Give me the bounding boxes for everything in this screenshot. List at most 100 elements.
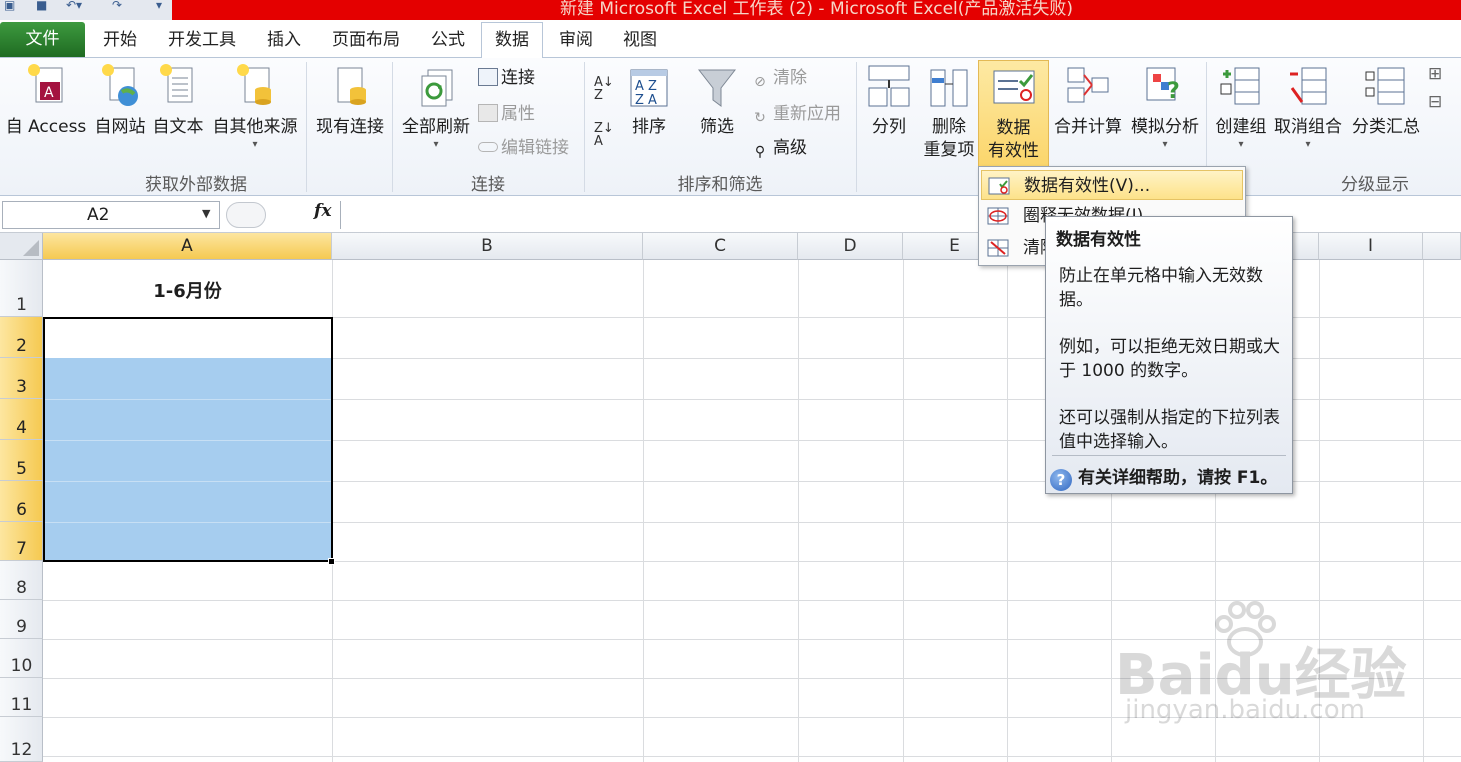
- sort-descending-button[interactable]: Z↓ A: [594, 122, 616, 152]
- row-header-10[interactable]: 10: [0, 639, 43, 678]
- sort-button[interactable]: A ZZ A 排序: [622, 60, 676, 139]
- filter-funnel-icon: [697, 69, 737, 107]
- group-button[interactable]: 创建组 ▾: [1210, 60, 1272, 151]
- row-header-8[interactable]: 8: [0, 561, 43, 600]
- tab-page-layout[interactable]: 页面布局: [320, 26, 412, 58]
- row-header-12[interactable]: 12: [0, 717, 43, 762]
- ungroup-button[interactable]: 取消组合 ▾: [1272, 60, 1344, 151]
- connections-icon: [478, 68, 498, 86]
- text-to-columns-button[interactable]: 分列: [862, 60, 916, 139]
- tab-review[interactable]: 审阅: [548, 26, 604, 58]
- select-all-corner[interactable]: [0, 233, 43, 260]
- reapply-button[interactable]: ↻ 重新应用: [750, 102, 841, 126]
- what-if-analysis-button[interactable]: ? 模拟分析 ▾: [1126, 60, 1204, 151]
- row-header-7[interactable]: 7: [0, 522, 43, 561]
- connections-button[interactable]: 连接: [478, 66, 535, 90]
- from-access-button[interactable]: A 自 Access: [4, 60, 88, 139]
- customize-qat-icon[interactable]: ▾: [156, 0, 162, 12]
- existing-connections-button[interactable]: 现有连接: [312, 60, 388, 139]
- group-label-sort-filter: 排序和筛选: [677, 175, 763, 195]
- row-header-6[interactable]: 6: [0, 481, 43, 522]
- sort-icon: A ZZ A: [630, 69, 668, 108]
- data-validation-button[interactable]: 数据 有效性: [978, 60, 1049, 170]
- gridline: [1007, 260, 1008, 762]
- selection-border: [43, 317, 333, 562]
- fill-handle[interactable]: [328, 558, 335, 565]
- tab-file[interactable]: 文件: [0, 22, 85, 57]
- filter-button[interactable]: 筛选: [690, 60, 744, 139]
- row-header-3[interactable]: 3: [0, 358, 43, 399]
- tab-view[interactable]: 视图: [612, 26, 668, 58]
- column-header-c[interactable]: C: [643, 233, 798, 260]
- tab-developer[interactable]: 开发工具: [156, 26, 248, 58]
- row-header-9[interactable]: 9: [0, 600, 43, 639]
- existing-connections-icon: [337, 67, 366, 105]
- row-header-1[interactable]: 1: [0, 260, 43, 317]
- tab-formulas[interactable]: 公式: [420, 26, 476, 58]
- undo-icon[interactable]: ↶▾: [66, 0, 82, 12]
- cell-a1[interactable]: 1-6月份: [43, 277, 332, 303]
- properties-icon: [478, 104, 498, 122]
- save-icon[interactable]: ■: [36, 0, 47, 12]
- gridline: [1423, 260, 1424, 762]
- tooltip-paragraph: 例如，可以拒绝无效日期或大于 1000 的数字。: [1059, 337, 1280, 381]
- from-text-button[interactable]: 自文本: [148, 60, 208, 139]
- remove-duplicates-button[interactable]: 删除 重复项: [918, 60, 980, 162]
- column-header-b[interactable]: B: [332, 233, 643, 260]
- group-icon: [1220, 67, 1260, 105]
- tab-insert[interactable]: 插入: [256, 26, 312, 58]
- column-header-d[interactable]: D: [798, 233, 903, 260]
- sort-ascending-button[interactable]: A↓ Z: [594, 76, 616, 106]
- data-validation-tooltip: 数据有效性 防止在单元格中输入无效数据。 例如，可以拒绝无效日期或大于 1000…: [1045, 216, 1293, 494]
- column-header-j[interactable]: [1423, 233, 1461, 260]
- row-header-2[interactable]: 2: [0, 317, 43, 358]
- watermark-url: jingyan.baidu.com: [1125, 695, 1365, 725]
- what-if-icon: ?: [1146, 67, 1180, 104]
- formula-bar-splitter[interactable]: [226, 202, 266, 228]
- clear-circles-icon: [987, 239, 1009, 257]
- from-other-sources-button[interactable]: 自其他来源 ▾: [208, 60, 302, 151]
- row-header-5[interactable]: 5: [0, 440, 43, 481]
- separator: [340, 201, 341, 229]
- clear-filter-button[interactable]: ⊘ 清除: [750, 66, 807, 90]
- text-file-icon: [160, 64, 193, 103]
- row-header-11[interactable]: 11: [0, 678, 43, 717]
- from-web-button[interactable]: 自网站: [90, 60, 150, 139]
- row-header-4[interactable]: 4: [0, 399, 43, 440]
- reapply-icon: ↻: [754, 110, 766, 126]
- consolidate-icon: [1067, 67, 1109, 103]
- tab-home[interactable]: 开始: [92, 26, 148, 58]
- edit-links-button[interactable]: 编辑链接: [478, 136, 569, 160]
- formula-input[interactable]: [342, 201, 1461, 229]
- column-header-a[interactable]: A: [43, 233, 332, 260]
- svg-text:?: ?: [1167, 79, 1180, 104]
- gridline: [43, 756, 1461, 757]
- properties-button[interactable]: 属性: [478, 102, 535, 126]
- show-detail-button[interactable]: ⊞: [1428, 62, 1458, 86]
- menu-item-data-validation[interactable]: 数据有效性(V)...: [981, 170, 1243, 200]
- tab-data[interactable]: 数据: [481, 22, 543, 59]
- baidu-watermark: Baidu经验 jingyan.baidu.com: [1115, 600, 1415, 730]
- separator: [856, 62, 857, 192]
- gridline: [798, 260, 799, 762]
- tooltip-help: ? 有关详细帮助，请按 F1。: [1050, 463, 1277, 491]
- advanced-filter-button[interactable]: ⚲ 高级: [750, 136, 807, 160]
- sort-descending-icon: Z↓ A: [594, 121, 614, 149]
- chevron-down-icon: ▾: [1238, 139, 1244, 150]
- redo-icon[interactable]: ↷: [112, 0, 122, 12]
- subtotal-button[interactable]: 分类汇总: [1346, 60, 1426, 139]
- refresh-all-button[interactable]: 全部刷新 ▾: [398, 60, 474, 151]
- name-box[interactable]: A2: [2, 201, 220, 229]
- name-box-chevron-down-icon[interactable]: ▼: [202, 207, 210, 220]
- svg-text:A Z: A Z: [635, 79, 657, 94]
- chevron-down-icon: ▾: [1162, 139, 1168, 150]
- database-icon: [237, 64, 271, 105]
- gridline: [903, 260, 904, 762]
- consolidate-button[interactable]: 合并计算: [1052, 60, 1124, 139]
- insert-function-icon[interactable]: fx: [314, 201, 331, 221]
- group-label-connections: 连接: [471, 175, 505, 195]
- tooltip-paragraph: 还可以强制从指定的下拉列表值中选择输入。: [1059, 408, 1280, 452]
- show-detail-icon: ⊞: [1428, 64, 1443, 84]
- hide-detail-button[interactable]: ⊟: [1428, 90, 1458, 114]
- column-header-i[interactable]: I: [1319, 233, 1423, 260]
